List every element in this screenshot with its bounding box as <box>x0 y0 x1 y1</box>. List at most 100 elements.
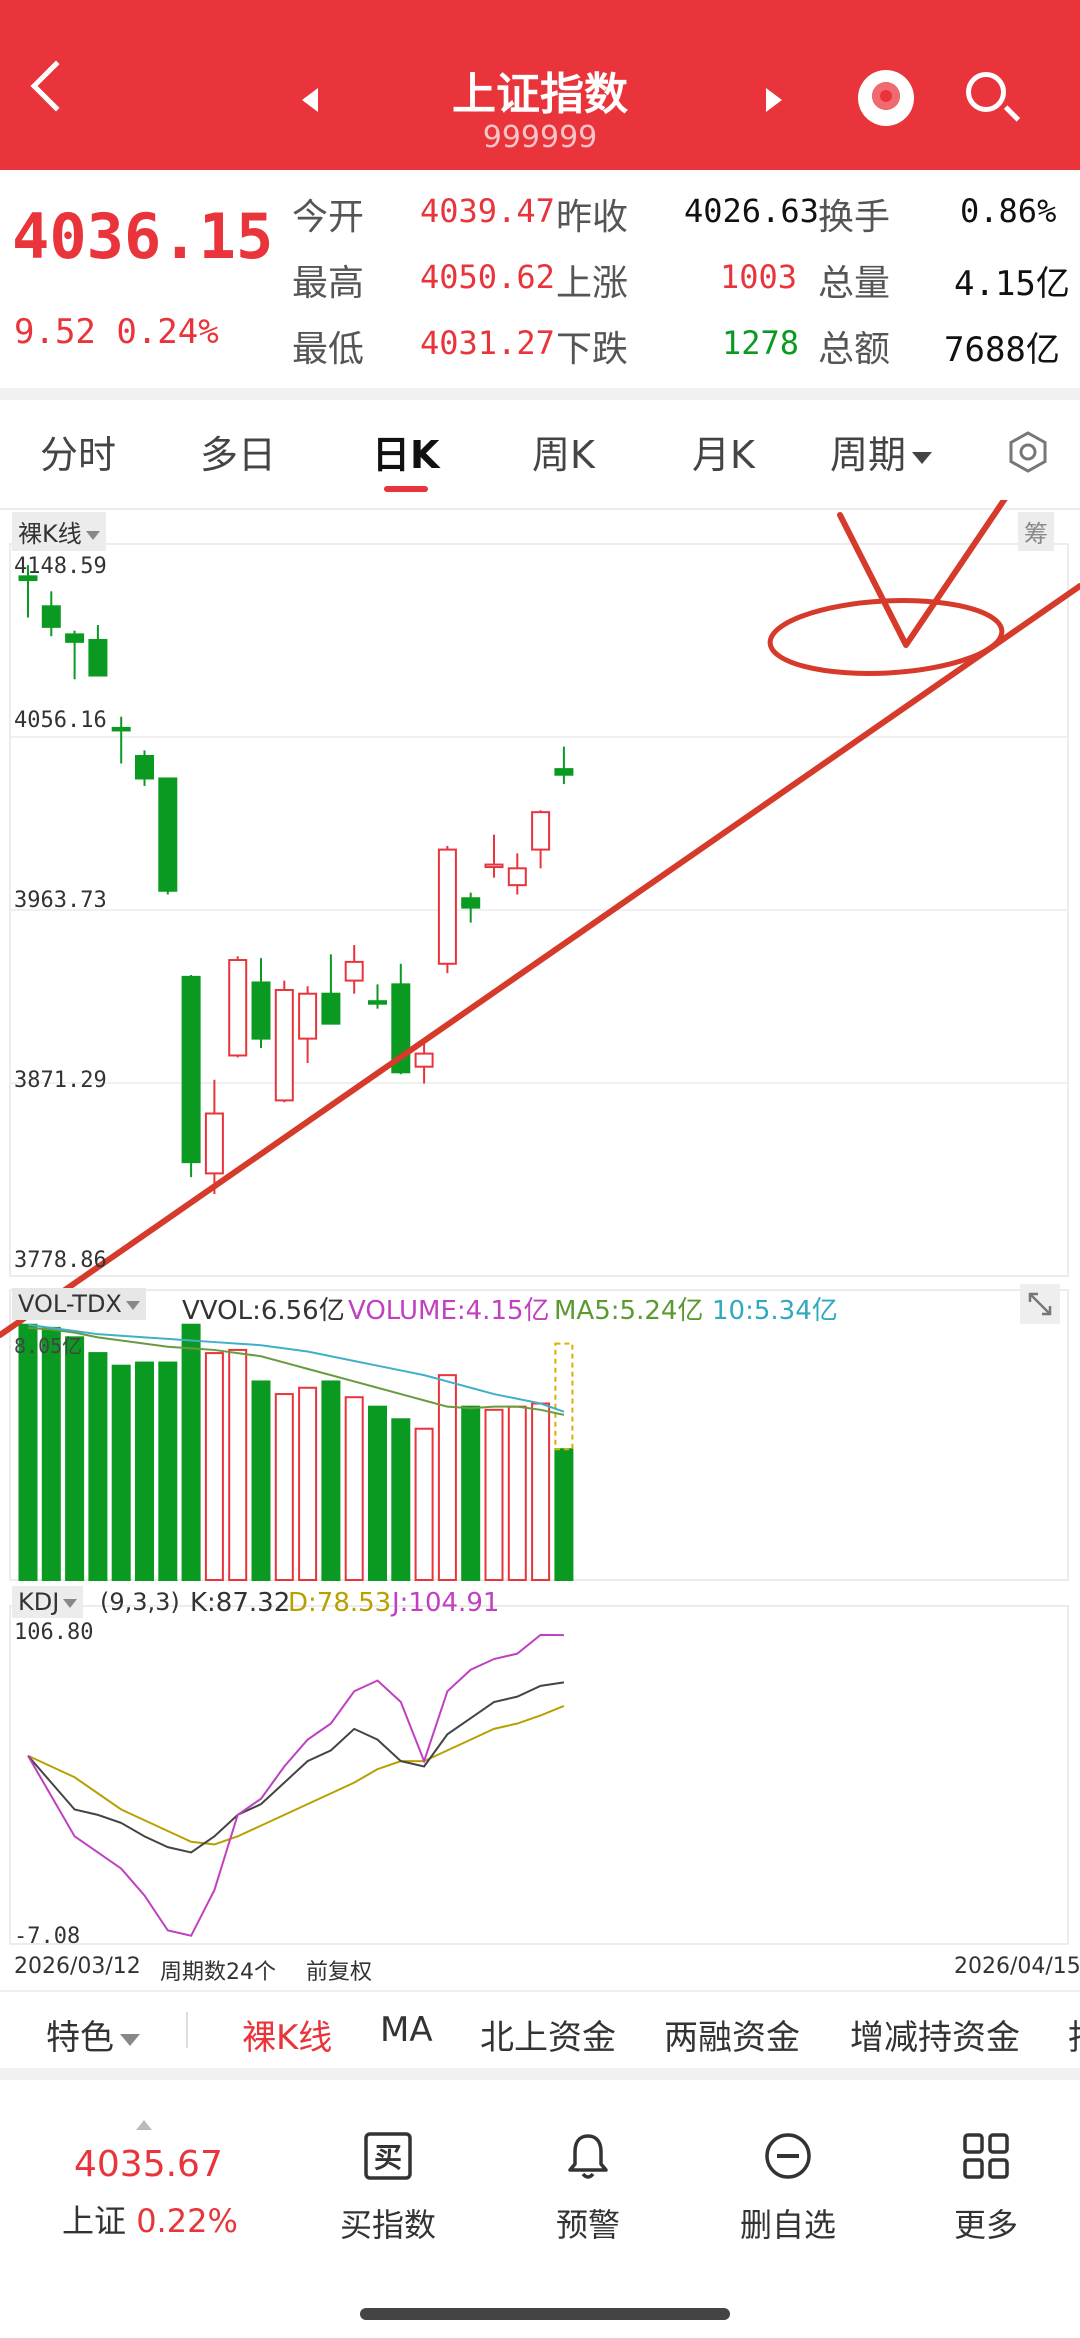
more-button[interactable]: 更多 <box>906 2200 1066 2246</box>
tab-multiday[interactable]: 多日 <box>200 424 276 479</box>
volume-bar <box>344 1396 364 1581</box>
grid-more-icon[interactable] <box>960 2130 1012 2182</box>
tab-intraday[interactable]: 分时 <box>40 424 116 479</box>
tab-monthly-k[interactable]: 月K <box>692 424 755 479</box>
date-start: 2026/03/12 <box>14 1954 141 1979</box>
label-turnover: 换手 <box>818 197 891 238</box>
kdj-indicator-label: KDJ <box>18 1588 60 1616</box>
candle-body <box>554 768 574 776</box>
feature-menu[interactable]: 特色 <box>46 2010 140 2059</box>
volume-bar <box>507 1405 527 1582</box>
candle-body <box>344 960 364 982</box>
volume-bar <box>18 1323 38 1582</box>
volume-bar <box>111 1364 131 1581</box>
tab-period[interactable]: 周期 <box>830 424 933 479</box>
bottom-index-name[interactable]: 上证 0.22% <box>62 2196 238 2242</box>
volume-bar <box>414 1427 434 1582</box>
candle-body <box>65 633 85 643</box>
buy-index-button[interactable]: 买指数 <box>308 2200 468 2246</box>
bottom-bar: 4035.67 上证 0.22% 买 买指数 预警 删自选 更多 <box>0 2080 1080 2338</box>
page-title: 上证指数 <box>452 69 628 120</box>
volume-indicator-label: VOL-TDX <box>18 1290 122 1318</box>
next-stock-arrow-icon[interactable] <box>766 88 782 112</box>
date-end: 2026/04/15 <box>954 1954 1080 1979</box>
home-indicator <box>360 2308 730 2320</box>
volume-bar <box>554 1448 574 1581</box>
value-advancers: 1003 <box>720 258 798 296</box>
bell-icon[interactable] <box>562 2130 614 2182</box>
expand-up-icon[interactable] <box>136 2120 152 2130</box>
tool-margin[interactable]: 两融资金 <box>664 2010 800 2059</box>
chevron-down-icon <box>120 2033 140 2046</box>
chip-distribution-button[interactable]: 筹 <box>1018 512 1054 551</box>
chevron-down-icon <box>912 451 933 464</box>
remove-watchlist-button[interactable]: 删自选 <box>708 2200 868 2246</box>
kline-type-selector[interactable]: 裸K线 <box>12 512 106 551</box>
chart-area[interactable]: 裸K线 筹 4148.59 4056.16 3963.73 3871.29 37… <box>0 500 1080 1985</box>
tab-daily-k[interactable]: 日K <box>372 424 439 479</box>
volume-bar <box>135 1361 154 1582</box>
value-turnover: 0.86% <box>960 192 1057 230</box>
mascot-assistant-icon[interactable] <box>858 70 914 126</box>
candle-body <box>158 777 178 892</box>
label-volume: 总量 <box>818 263 891 304</box>
volume-bar <box>88 1352 108 1581</box>
label-low: 最低 <box>292 329 365 370</box>
value-low: 4031.27 <box>420 324 555 362</box>
tool-more[interactable]: 抄 <box>1068 2010 1080 2059</box>
tool-ma[interactable]: MA <box>380 2010 433 2050</box>
price-axis-label: 3778.86 <box>14 1248 107 1273</box>
label-decliners: 下跌 <box>556 329 629 370</box>
alert-button[interactable]: 预警 <box>508 2200 668 2246</box>
kdj-d-line <box>27 1705 565 1846</box>
label-open: 今开 <box>292 197 365 238</box>
adjust-mode[interactable]: 前复权 <box>306 1954 372 1986</box>
volume-bar <box>65 1336 85 1581</box>
bottom-index-price[interactable]: 4035.67 <box>74 2144 223 2185</box>
volume-indicator-selector[interactable]: VOL-TDX <box>12 1288 146 1320</box>
active-tab-indicator <box>384 486 428 492</box>
arrow-annotation <box>837 500 1008 648</box>
remove-circle-icon[interactable] <box>762 2130 814 2182</box>
tab-weekly-k[interactable]: 周K <box>532 424 595 479</box>
price-axis-label: 3871.29 <box>14 1068 107 1093</box>
kdj-indicator-selector[interactable]: KDJ <box>12 1586 84 1618</box>
candle-body <box>507 867 527 887</box>
tool-northbound[interactable]: 北上资金 <box>480 2010 616 2059</box>
bottom-index-label: 上证 <box>62 2202 127 2240</box>
candle-body <box>204 1112 224 1175</box>
kdj-axis-label: 106.80 <box>14 1620 94 1645</box>
svg-text:买: 买 <box>374 2141 402 2174</box>
settings-hexagon-icon[interactable] <box>1006 430 1050 474</box>
header-bar: 上证指数 999999 <box>0 0 1080 170</box>
tool-naked-kline[interactable]: 裸K线 <box>242 2010 332 2059</box>
price-axis-label: 4056.16 <box>14 708 107 733</box>
chevron-down-icon <box>63 1598 78 1608</box>
kdj-params: (9,3,3) <box>100 1588 180 1616</box>
label-prev-close: 昨收 <box>556 197 629 238</box>
vvol-legend: VVOL:6.56亿 <box>182 1296 345 1326</box>
feature-label: 特色 <box>46 2018 114 2058</box>
ma5-legend: MA5:5.24亿 <box>554 1296 704 1326</box>
volume-bar <box>228 1348 248 1581</box>
candle-body <box>531 811 551 851</box>
kdj-k-line <box>27 1681 565 1854</box>
candle-body <box>41 605 61 628</box>
candle-body <box>181 975 201 1164</box>
period-count: 周期数24个 <box>160 1960 276 1985</box>
search-icon[interactable] <box>966 72 1006 112</box>
candle-body <box>298 992 318 1040</box>
indicator-toolbar: 特色 裸K线 MA 北上资金 两融资金 增减持资金 抄 <box>0 1990 1080 2068</box>
tool-holding-change[interactable]: 增减持资金 <box>850 2010 1020 2059</box>
chevron-down-icon <box>125 1300 140 1310</box>
candle-body <box>274 988 294 1102</box>
buy-icon[interactable]: 买 <box>362 2130 414 2182</box>
kdj-j-line <box>27 1633 564 1937</box>
current-price: 4036.15 <box>12 200 274 273</box>
value-volume: 4.15亿 <box>954 264 1070 304</box>
label-advancers: 上涨 <box>556 263 629 304</box>
candle-body <box>437 848 457 965</box>
expand-icon[interactable] <box>1020 1284 1060 1324</box>
chart-canvas[interactable] <box>0 500 1080 1950</box>
volume-bar <box>41 1326 61 1581</box>
